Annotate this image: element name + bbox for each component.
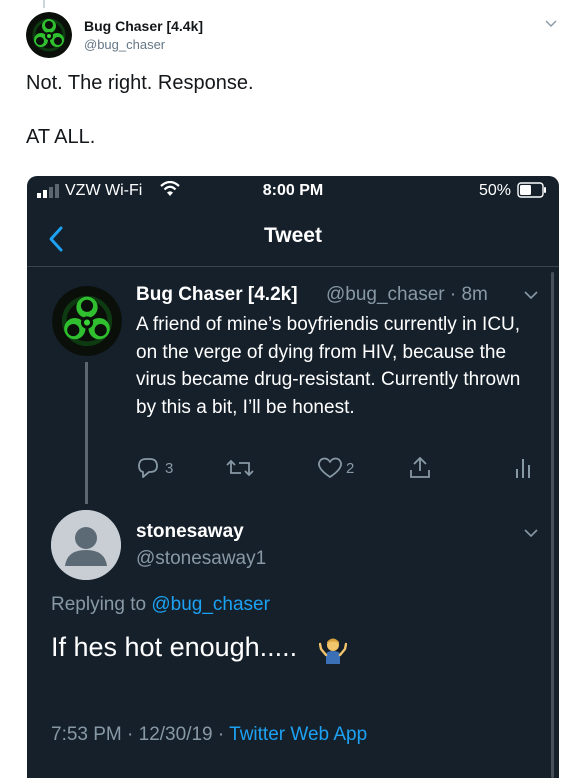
status-bar: VZW Wi-Fi 8:00 PM 50%: [27, 176, 559, 206]
original-tweet-text: A friend of mine’s boyfriendis currently…: [136, 314, 521, 418]
reply-author-handle[interactable]: @stonesaway1: [136, 548, 266, 570]
chevron-down-icon[interactable]: [523, 288, 539, 302]
header-divider: [27, 266, 559, 267]
original-author-name[interactable]: Bug Chaser [4.2k]: [136, 284, 298, 306]
battery-icon: [517, 182, 546, 198]
like-icon: [318, 457, 342, 478]
shrug-emoji-icon: [319, 638, 347, 664]
share-icon: [410, 457, 430, 478]
embedded-screenshot: VZW Wi-Fi 8:00 PM 50% Tweet Bug Chaser […: [27, 176, 559, 778]
original-handle-text: @bug_chaser: [326, 284, 445, 305]
biohazard-avatar-icon: [52, 286, 122, 356]
reply-text: If hes hot enough.....: [51, 632, 298, 662]
reply-author-avatar[interactable]: [51, 510, 121, 580]
original-author-avatar[interactable]: [52, 286, 122, 356]
reply-author-name[interactable]: stonesaway: [136, 521, 244, 543]
battery-percent: 50%: [479, 182, 512, 199]
thread-line: [43, 0, 45, 8]
replying-to: Replying to @bug_chaser: [51, 594, 270, 616]
chevron-down-icon[interactable]: [544, 16, 558, 30]
biohazard-avatar-icon: [26, 12, 72, 58]
timestamp-text: 7:53 PM · 12/30/19 ·: [51, 724, 230, 745]
scrollbar[interactable]: [551, 272, 554, 778]
chevron-down-icon[interactable]: [523, 526, 539, 540]
replying-to-link[interactable]: @bug_chaser: [151, 594, 270, 615]
page-title: Tweet: [264, 224, 322, 247]
retweet-icon: [226, 459, 254, 477]
reply-count: 3: [165, 460, 174, 477]
original-author-handle[interactable]: @bug_chaser · 8m: [326, 284, 488, 306]
like-count: 2: [346, 460, 355, 477]
source-link[interactable]: Twitter Web App: [229, 724, 367, 745]
reply-icon: [138, 458, 158, 478]
tweet-header: Tweet: [27, 214, 559, 264]
outer-tweet-text: Not. The right. Response. AT ALL.: [26, 72, 254, 148]
tweet-timestamp: 7:53 PM · 12/30/19 · Twitter Web App: [51, 724, 367, 746]
outer-author-avatar[interactable]: [26, 12, 72, 58]
analytics-icon: [516, 459, 530, 478]
outer-author-name[interactable]: Bug Chaser [4.4k]: [84, 18, 203, 34]
default-avatar-icon: [51, 510, 121, 580]
thread-line: [85, 362, 88, 504]
original-time-ago: · 8m: [449, 284, 488, 305]
replying-label: Replying to: [51, 594, 147, 615]
outer-author-handle[interactable]: @bug_chaser: [84, 37, 165, 52]
